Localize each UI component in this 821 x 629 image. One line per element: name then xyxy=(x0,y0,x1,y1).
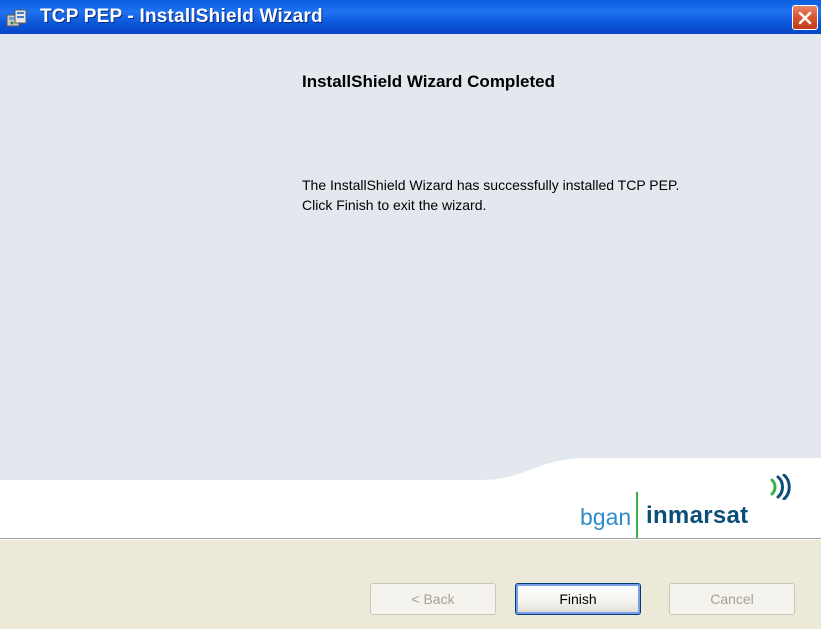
back-button[interactable]: < Back xyxy=(370,583,496,615)
close-button[interactable] xyxy=(792,5,818,30)
finish-button[interactable]: Finish xyxy=(515,583,641,615)
close-icon xyxy=(798,11,812,25)
logo-bgan-text: bgan xyxy=(580,504,632,530)
signal-waves-icon xyxy=(770,474,791,500)
logo-inmarsat-text: inmarsat xyxy=(646,502,749,529)
title-bar[interactable]: TCP PEP - InstallShield Wizard xyxy=(0,0,821,34)
logo-divider xyxy=(636,492,638,542)
window-title: TCP PEP - InstallShield Wizard xyxy=(40,6,323,27)
message-line-2: Click Finish to exit the wizard. xyxy=(302,197,487,213)
completion-heading: InstallShield Wizard Completed xyxy=(302,72,555,91)
completion-message: The InstallShield Wizard has successfull… xyxy=(302,175,802,215)
wizard-content-panel: InstallShield Wizard Completed The Insta… xyxy=(0,34,821,538)
cancel-button[interactable]: Cancel xyxy=(669,583,795,615)
background-swoosh xyxy=(0,458,821,538)
installer-icon xyxy=(6,9,27,27)
installer-window: TCP PEP - InstallShield Wizard InstallSh… xyxy=(0,0,821,629)
message-line-1: The InstallShield Wizard has successfull… xyxy=(302,177,680,193)
